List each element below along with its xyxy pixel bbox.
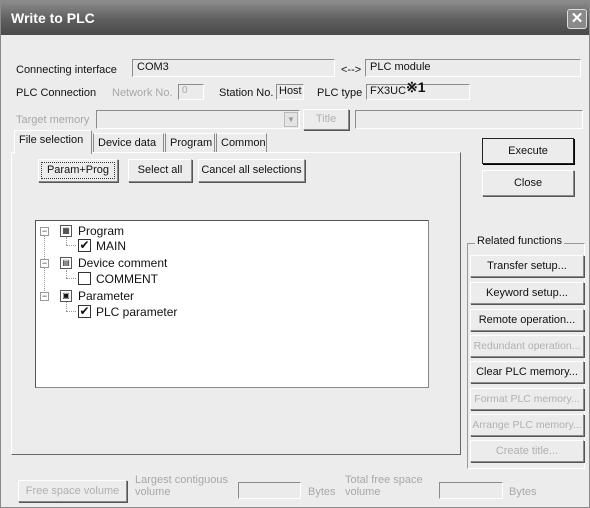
device-comment-icon: ▤ <box>60 257 72 269</box>
plc-module-field: PLC module <box>365 59 581 77</box>
redundant-operation-button[interactable]: Redundant operation... <box>470 335 584 357</box>
tree-node-program[interactable]: Program <box>78 224 124 238</box>
tree-node-plc-parameter[interactable]: PLC parameter <box>96 305 177 319</box>
connecting-interface-label: Connecting interface <box>16 64 117 76</box>
parameter-expander-icon[interactable]: − <box>40 292 49 301</box>
arrange-plc-memory-button[interactable]: Arrange PLC memory... <box>470 414 584 436</box>
tree-node-device-comment[interactable]: Device comment <box>78 256 167 270</box>
plc-connection-label: PLC Connection <box>16 87 97 99</box>
file-tree[interactable]: − ▦ Program ✔ MAIN − ▤ Device comment CO… <box>35 220 429 388</box>
plc-parameter-checkbox[interactable]: ✔ <box>78 305 91 318</box>
free-space-volume-button[interactable]: Free space volume <box>18 480 127 502</box>
device-comment-expander-icon[interactable]: − <box>40 259 49 268</box>
target-memory-label: Target memory <box>16 114 90 126</box>
tree-node-main[interactable]: MAIN <box>96 239 126 253</box>
program-expander-icon[interactable]: − <box>40 227 49 236</box>
tree-node-parameter[interactable]: Parameter <box>78 289 134 303</box>
connecting-interface-field: COM3 <box>132 59 335 77</box>
bytes-label-1: Bytes <box>308 486 336 498</box>
target-memory-select[interactable]: ▼ <box>96 110 300 129</box>
tree-node-comment[interactable]: COMMENT <box>96 272 158 286</box>
comment-checkbox[interactable] <box>78 272 91 285</box>
param-prog-button[interactable]: Param+Prog <box>38 159 118 182</box>
tab-device-data[interactable]: Device data <box>93 133 164 153</box>
station-no-label: Station No. <box>219 87 274 99</box>
clear-plc-memory-button[interactable]: Clear PLC memory... <box>470 361 584 383</box>
execute-button[interactable]: Execute <box>482 138 574 164</box>
connection-arrow: <--> <box>341 64 362 76</box>
select-all-button[interactable]: Select all <box>128 159 192 182</box>
station-no-field: Host <box>276 84 304 100</box>
note-mark: ※1 <box>406 79 426 95</box>
dialog-title: Write to PLC <box>11 10 95 26</box>
tab-common[interactable]: Common <box>216 133 267 153</box>
keyword-setup-button[interactable]: Keyword setup... <box>470 282 584 304</box>
close-icon[interactable]: ✕ <box>567 9 587 29</box>
network-no-field: 0 <box>178 84 204 100</box>
chevron-down-icon[interactable]: ▼ <box>284 112 298 127</box>
title-bar[interactable]: Write to PLC ✕ <box>1 1 589 35</box>
create-title-button[interactable]: Create title... <box>470 440 584 462</box>
total-free-space-field <box>439 482 503 499</box>
transfer-setup-button[interactable]: Transfer setup... <box>470 255 584 277</box>
largest-contiguous-label: Largest contiguous volume <box>135 474 228 498</box>
main-checkbox[interactable]: ✔ <box>78 239 91 252</box>
tab-program[interactable]: Program <box>165 133 215 153</box>
network-no-label: Network No. <box>112 87 173 99</box>
tab-file-selection[interactable]: File selection <box>14 130 92 154</box>
write-to-plc-dialog: Write to PLC ✕ Connecting interface COM3… <box>0 0 590 508</box>
title-field <box>355 110 583 129</box>
total-free-space-label: Total free space volume <box>345 474 423 498</box>
plc-type-value: FX3UC <box>370 85 407 97</box>
program-icon: ▦ <box>60 225 72 237</box>
format-plc-memory-button[interactable]: Format PLC memory... <box>470 388 584 410</box>
cancel-all-selections-button[interactable]: Cancel all selections <box>198 159 305 182</box>
title-button[interactable]: Title <box>303 109 349 130</box>
largest-contiguous-field <box>238 482 301 499</box>
plc-type-label: PLC type <box>317 87 363 99</box>
remote-operation-button[interactable]: Remote operation... <box>470 309 584 331</box>
close-button[interactable]: Close <box>482 170 574 196</box>
related-functions-label: Related functions <box>475 235 564 247</box>
parameter-icon: ▣ <box>60 290 72 302</box>
bytes-label-2: Bytes <box>509 486 537 498</box>
